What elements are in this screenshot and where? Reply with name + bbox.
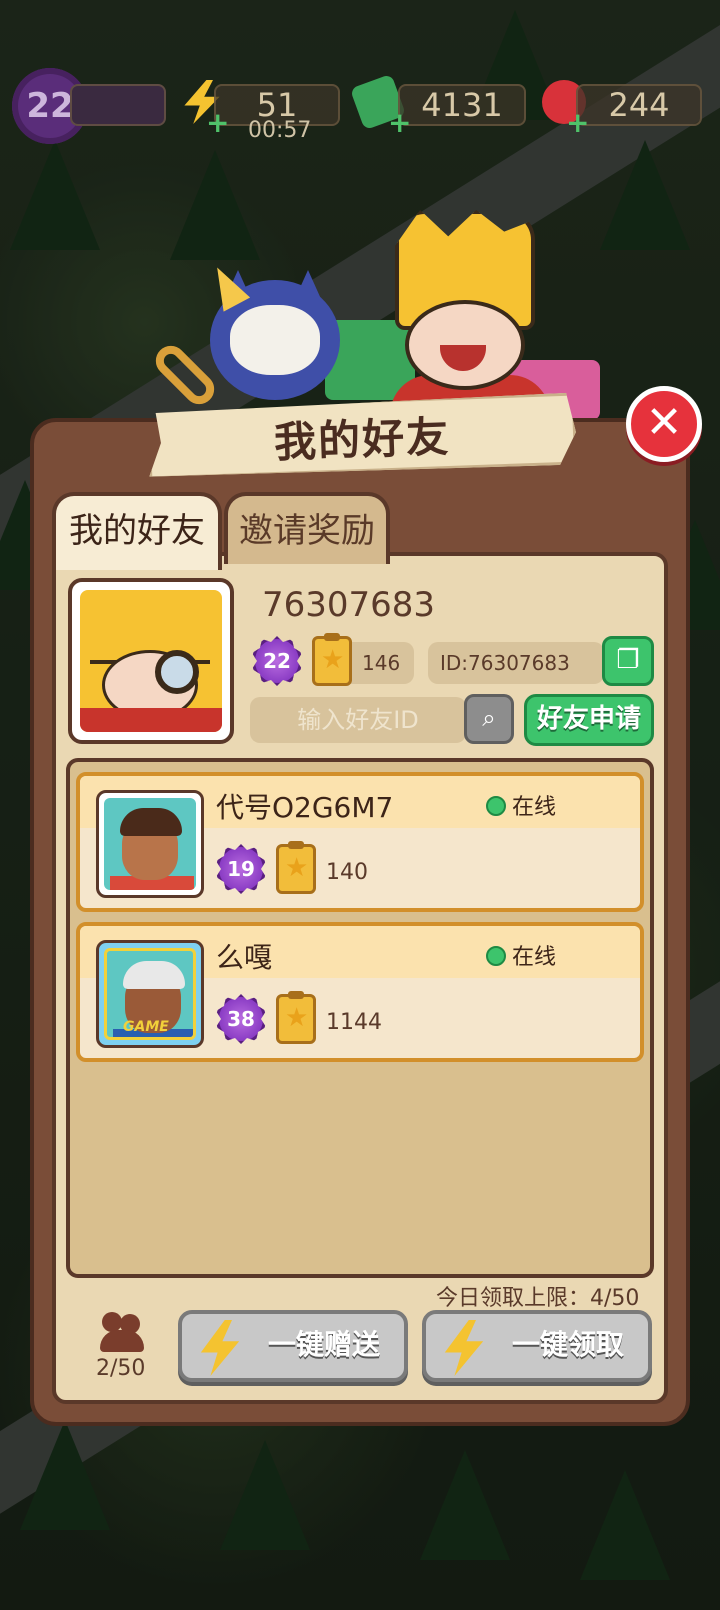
friend-request-button[interactable]: 好友申请 bbox=[524, 694, 654, 746]
gem-counter[interactable]: 244 bbox=[576, 84, 702, 126]
claim-all-button[interactable]: 一键领取 bbox=[422, 1310, 652, 1382]
friend-avatar[interactable]: GAME bbox=[96, 940, 204, 1048]
copy-id-button[interactable]: ❐ bbox=[602, 636, 654, 686]
gem-plus-icon[interactable]: + bbox=[566, 109, 589, 137]
friend-id-input[interactable] bbox=[250, 697, 466, 743]
tab-my-friends[interactable]: 我的好友 bbox=[52, 492, 222, 570]
energy-timer: 00:57 bbox=[248, 118, 312, 143]
friend-name: 代号O2G6M7 bbox=[216, 791, 394, 824]
search-icon: ⌕ bbox=[482, 704, 496, 732]
header-characters-illustration bbox=[149, 210, 610, 435]
dialog-title-text: 我的好友 bbox=[273, 411, 451, 467]
friend-stars: 1144 bbox=[326, 1010, 382, 1035]
online-status-icon bbox=[486, 796, 506, 816]
send-all-label: 一键赠送 bbox=[267, 1328, 380, 1361]
copy-icon: ❐ bbox=[616, 645, 640, 675]
daily-claim-limit: 今日领取上限：4/50 bbox=[436, 1286, 640, 1311]
cash-counter[interactable]: 4131 bbox=[398, 84, 526, 126]
online-status-icon bbox=[486, 946, 506, 966]
star-clipboard-icon bbox=[312, 633, 352, 686]
search-button[interactable]: ⌕ bbox=[464, 694, 514, 744]
friend-level-badge: 19 bbox=[216, 844, 266, 894]
star-clipboard-icon bbox=[276, 841, 316, 894]
friend-avatar-image bbox=[104, 798, 196, 890]
xp-bar bbox=[70, 84, 166, 126]
game-frame-tag: GAME bbox=[123, 1019, 169, 1035]
friend-status: 在线 bbox=[512, 945, 557, 970]
tab-invite-rewards[interactable]: 邀请奖励 bbox=[224, 492, 390, 564]
friend-stars: 140 bbox=[326, 860, 368, 885]
friend-status: 在线 bbox=[512, 795, 557, 820]
my-stars-value: 146 bbox=[362, 651, 401, 675]
claim-all-label: 一键领取 bbox=[511, 1328, 624, 1361]
friend-avatar[interactable] bbox=[96, 790, 204, 898]
energy-bolt-icon bbox=[444, 1320, 484, 1376]
close-x-icon: ✕ bbox=[645, 397, 683, 448]
my-id-pill: ID:76307683 bbox=[428, 642, 604, 684]
friend-name: 么嘎 bbox=[216, 941, 273, 974]
energy-bolt-icon bbox=[200, 1320, 240, 1376]
friends-count: 2/50 bbox=[96, 1356, 146, 1381]
star-clipboard-icon bbox=[276, 991, 316, 1044]
close-button[interactable]: ✕ bbox=[626, 386, 702, 462]
friend-level-badge: 38 bbox=[216, 994, 266, 1044]
my-player-name: 76307683 bbox=[262, 585, 436, 625]
my-avatar[interactable] bbox=[68, 578, 234, 744]
friend-row[interactable]: 代号O2G6M7 在线 19 140 bbox=[76, 772, 644, 912]
friend-row[interactable]: GAME 么嘎 在线 38 1144 bbox=[76, 922, 644, 1062]
send-all-button[interactable]: 一键赠送 bbox=[178, 1310, 408, 1382]
my-id-text: ID:76307683 bbox=[440, 651, 570, 675]
energy-plus-icon[interactable]: + bbox=[206, 109, 229, 137]
cash-plus-icon[interactable]: + bbox=[388, 109, 411, 137]
my-avatar-image bbox=[80, 590, 222, 732]
friends-count-icon bbox=[100, 1312, 144, 1352]
friend-avatar-image: GAME bbox=[104, 948, 196, 1040]
